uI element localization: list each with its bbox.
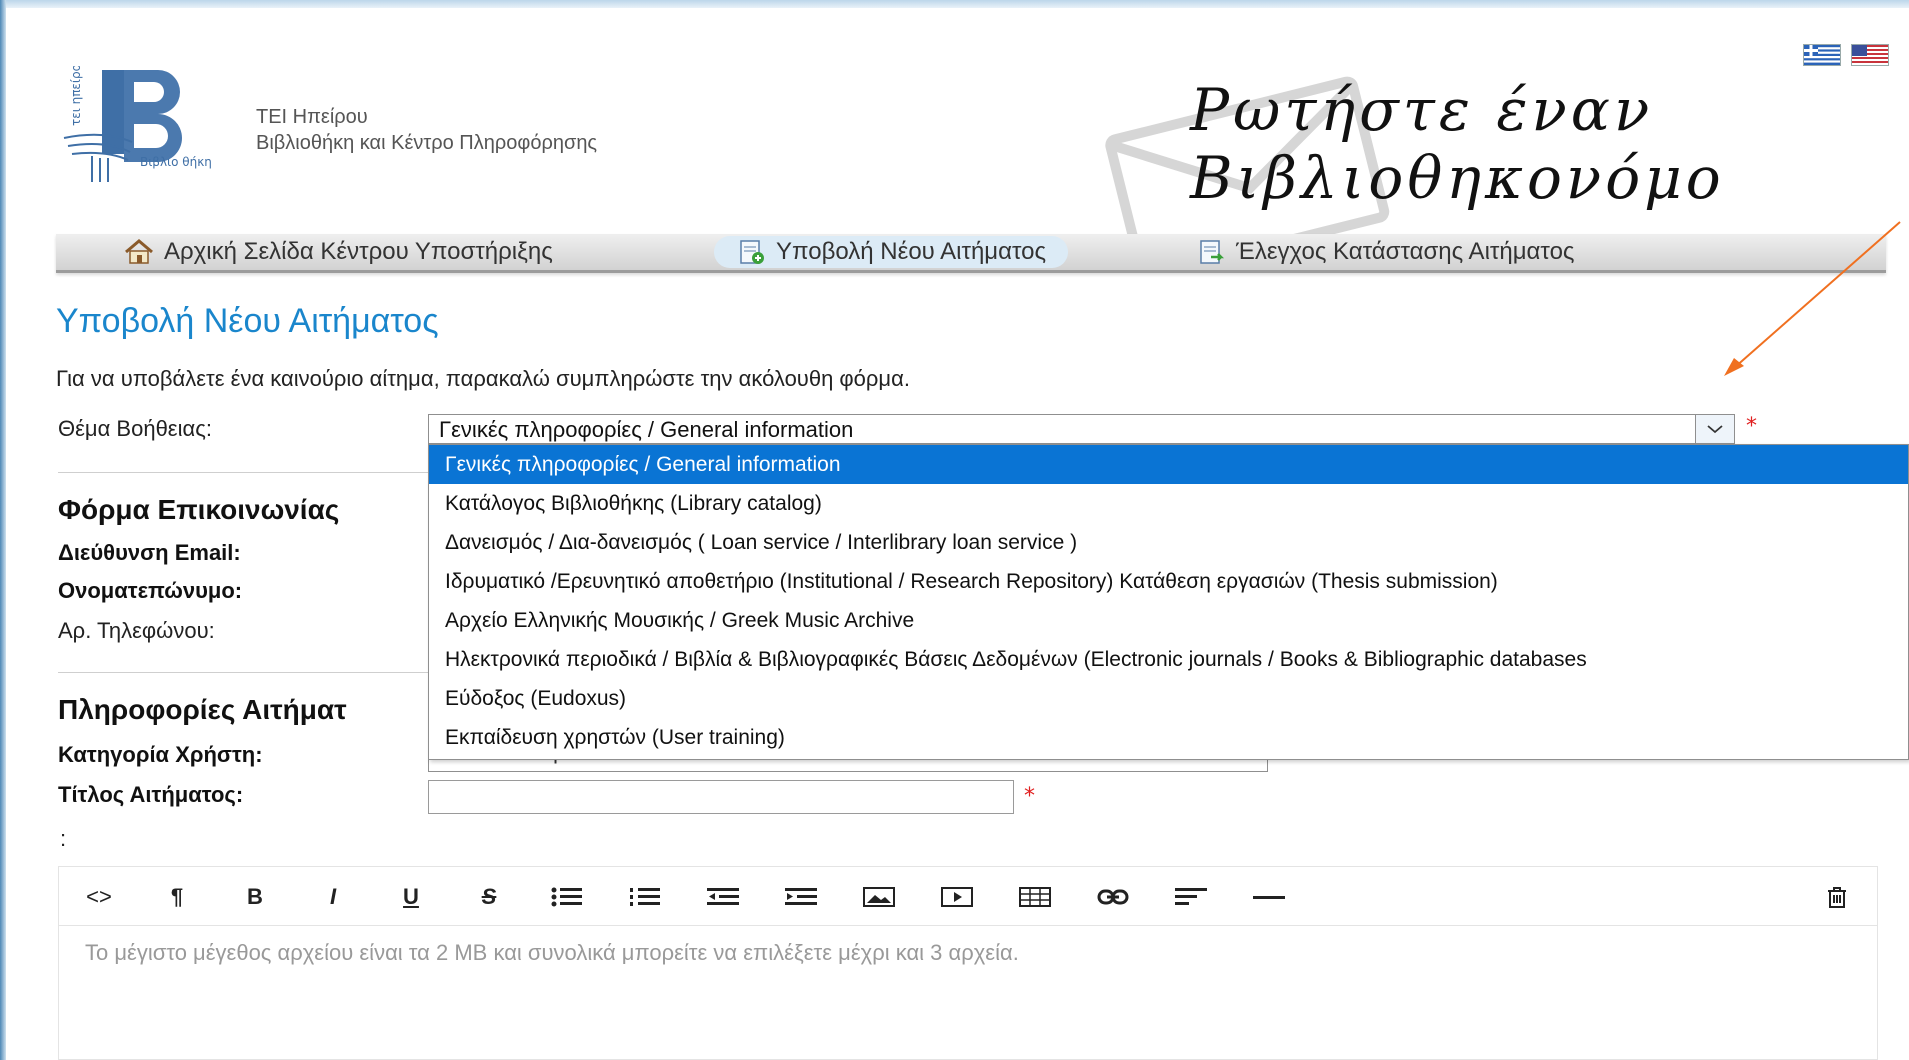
outdent-icon (707, 888, 739, 905)
help-topic-select[interactable]: Γενικές πληροφορίες / General informatio… (428, 414, 1735, 444)
align-left-icon (1175, 888, 1207, 905)
message-editor[interactable]: Το μέγιστο μέγεθος αρχείου είναι τα 2 MB… (58, 926, 1878, 1060)
indent-icon (785, 888, 817, 905)
required-mark: * (1746, 414, 1757, 439)
contact-form-heading: Φόρμα Επικοινωνίας (58, 494, 340, 525)
institution-line-1: ΤΕΙ Ηπείρου (256, 106, 368, 128)
ticket-info-heading: Πληροφορίες Αιτήματ (58, 694, 347, 725)
dropdown-option[interactable]: Κατάλογος Βιβλιοθήκης (Library catalog) (429, 484, 1908, 523)
phone-label: Αρ. Τηλεφώνου: (58, 618, 215, 643)
dropdown-option[interactable]: Γενικές πληροφορίες / General informatio… (429, 445, 1908, 484)
align-button[interactable] (1171, 881, 1211, 913)
institution-name: ΤΕΙ Ηπείρου Βιβλιοθήκη και Κέντρο Πληροφ… (256, 104, 597, 156)
image-icon (863, 887, 895, 907)
usa-flag-icon[interactable] (1851, 44, 1889, 66)
editor-toolbar: <> ¶ B I U S (58, 866, 1878, 926)
logo-caption: Βιβλιο θήκη (140, 155, 212, 169)
divider (58, 472, 428, 473)
window-top-border (0, 0, 1909, 8)
ordered-list-button[interactable] (625, 881, 665, 913)
ask-title-line-2: Βιβλιοθηκονόμο (1190, 144, 1725, 212)
help-topic-label: Θέμα Βοήθειας: (58, 416, 212, 441)
divider (58, 672, 428, 673)
editor-placeholder: Το μέγιστο μέγεθος αρχείου είναι τα 2 MB… (85, 940, 1019, 965)
unordered-list-button[interactable] (547, 881, 587, 913)
underline-button[interactable]: U (391, 881, 431, 913)
html-source-button[interactable]: <> (79, 881, 119, 913)
required-mark: * (1024, 784, 1035, 809)
intro-text: Για να υποβάλετε ένα καινούριο αίτημα, π… (56, 366, 910, 391)
table-icon (1019, 887, 1051, 907)
nav-new-ticket[interactable]: Υποβολή Νέου Αιτήματος (714, 236, 1069, 268)
italic-button[interactable]: I (313, 881, 353, 913)
paragraph-button[interactable]: ¶ (157, 881, 197, 913)
ticket-title-input[interactable] (428, 780, 1014, 814)
insert-table-button[interactable] (1015, 881, 1055, 913)
new-ticket-icon (740, 240, 764, 264)
insert-link-button[interactable] (1093, 881, 1133, 913)
dropdown-option[interactable]: Ηλεκτρονικά περιοδικά / Βιβλία & Βιβλιογ… (429, 640, 1908, 679)
trash-icon (1828, 887, 1846, 908)
outdent-button[interactable] (703, 881, 743, 913)
nav-ticket-status[interactable]: Έλεγχος Κατάστασης Αιτήματος (1196, 236, 1574, 268)
language-switcher (1803, 44, 1889, 66)
nav-home-support-center[interactable]: Αρχική Σελίδα Κέντρου Υποστήριξης (124, 236, 553, 268)
numbered-list-icon (630, 888, 660, 906)
dropdown-option[interactable]: Εύδοξος (Eudoxus) (429, 679, 1908, 718)
logo-vertical-text: τει ηπείρου (69, 66, 83, 126)
dropdown-option[interactable]: Ιδρυματικό /Ερευνητικό αποθετήριο (Insti… (429, 562, 1908, 601)
video-icon (941, 887, 973, 907)
nav-new-ticket-label: Υποβολή Νέου Αιτήματος (776, 238, 1047, 265)
window-left-border (0, 0, 6, 1060)
home-icon (125, 239, 153, 264)
field-colon-label: : (60, 826, 67, 851)
main-navigation: Αρχική Σελίδα Κέντρου Υποστήριξης Υποβολ… (56, 234, 1886, 273)
full-name-label: Ονοματεπώνυμο: (58, 578, 243, 603)
insert-image-button[interactable] (859, 881, 899, 913)
help-topic-dropdown-list: Γενικές πληροφορίες / General informatio… (428, 444, 1909, 760)
bold-button[interactable]: B (235, 881, 275, 913)
annotation-arrow-icon (1724, 221, 1901, 376)
greek-flag-icon[interactable] (1803, 44, 1841, 66)
help-topic-selected-value: Γενικές πληροφορίες / General informatio… (439, 417, 854, 442)
horizontal-rule-icon (1253, 896, 1285, 899)
strikethrough-button[interactable]: S (469, 881, 509, 913)
email-label: Διεύθυνση Email: (58, 540, 241, 565)
ticket-title-label: Τίτλος Αιτήματος: (58, 782, 244, 807)
dropdown-option[interactable]: Δανεισμός / Δια-δανεισμός ( Loan service… (429, 523, 1908, 562)
user-category-label: Κατηγορία Χρήστη: (58, 742, 263, 767)
delete-button[interactable] (1817, 881, 1857, 913)
library-logo: τει ηπείρου Βιβλιο θήκη (63, 66, 212, 182)
institution-line-2: Βιβλιοθήκη και Κέντρο Πληροφόρησης (256, 132, 598, 154)
ticket-status-icon (1200, 240, 1225, 264)
dropdown-option[interactable]: Αρχείο Ελληνικής Μουσικής / Greek Music … (429, 601, 1908, 640)
chevron-down-icon[interactable] (1695, 415, 1734, 443)
bullet-list-icon (551, 887, 582, 907)
dropdown-option[interactable]: Εκπαίδευση χρηστών (User training) (429, 718, 1908, 757)
insert-video-button[interactable] (937, 881, 977, 913)
horizontal-rule-button[interactable] (1249, 881, 1289, 913)
ask-librarian-title: Ρωτήστε έναν Βιβλιοθηκονόμο (1190, 76, 1725, 212)
link-icon (1097, 889, 1129, 905)
nav-ticket-status-label: Έλεγχος Κατάστασης Αιτήματος (1236, 238, 1575, 265)
page-title: Υποβολή Νέου Αιτήματος (56, 302, 439, 340)
indent-button[interactable] (781, 881, 821, 913)
nav-home-label: Αρχική Σελίδα Κέντρου Υποστήριξης (164, 238, 553, 265)
ask-title-line-1: Ρωτήστε έναν (1190, 76, 1654, 144)
